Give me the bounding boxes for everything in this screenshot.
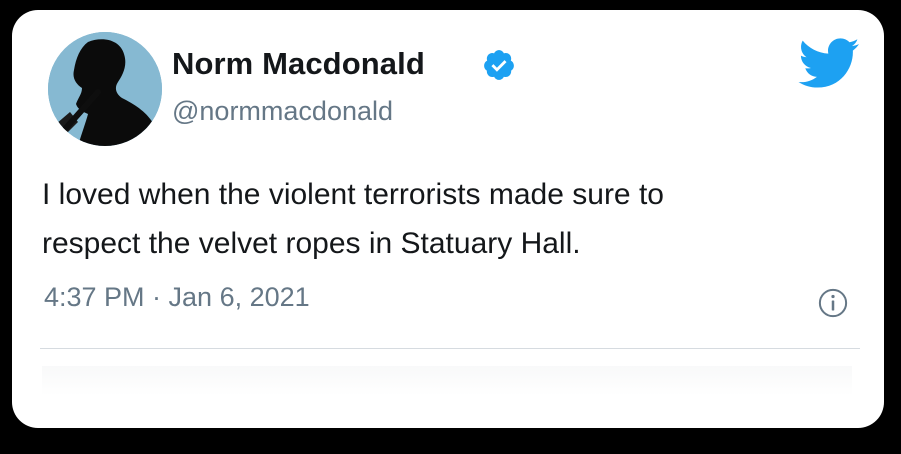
screenshot-frame: Norm Macdonald @normmacdonald I loved wh… (0, 0, 901, 454)
tweet-text-line: I loved when the violent terrorists made… (42, 178, 664, 211)
tweet-card[interactable]: Norm Macdonald @normmacdonald I loved wh… (12, 10, 884, 428)
profile-photo-icon (48, 32, 162, 146)
avatar[interactable] (48, 32, 162, 146)
user-handle[interactable]: @normmacdonald (172, 96, 393, 127)
divider (40, 348, 860, 349)
display-name[interactable]: Norm Macdonald (172, 46, 425, 82)
info-icon[interactable] (818, 288, 848, 318)
tweet-timestamp[interactable]: 4:37 PM · Jan 6, 2021 (44, 282, 310, 313)
twitter-bird-icon[interactable] (796, 36, 860, 90)
verified-badge-icon (484, 50, 514, 80)
tweet-text-line: respect the velvet ropes in Statuary Hal… (42, 227, 581, 260)
tweet-text: I loved when the violent terrorists made… (42, 170, 842, 268)
faded-footer (42, 366, 852, 416)
